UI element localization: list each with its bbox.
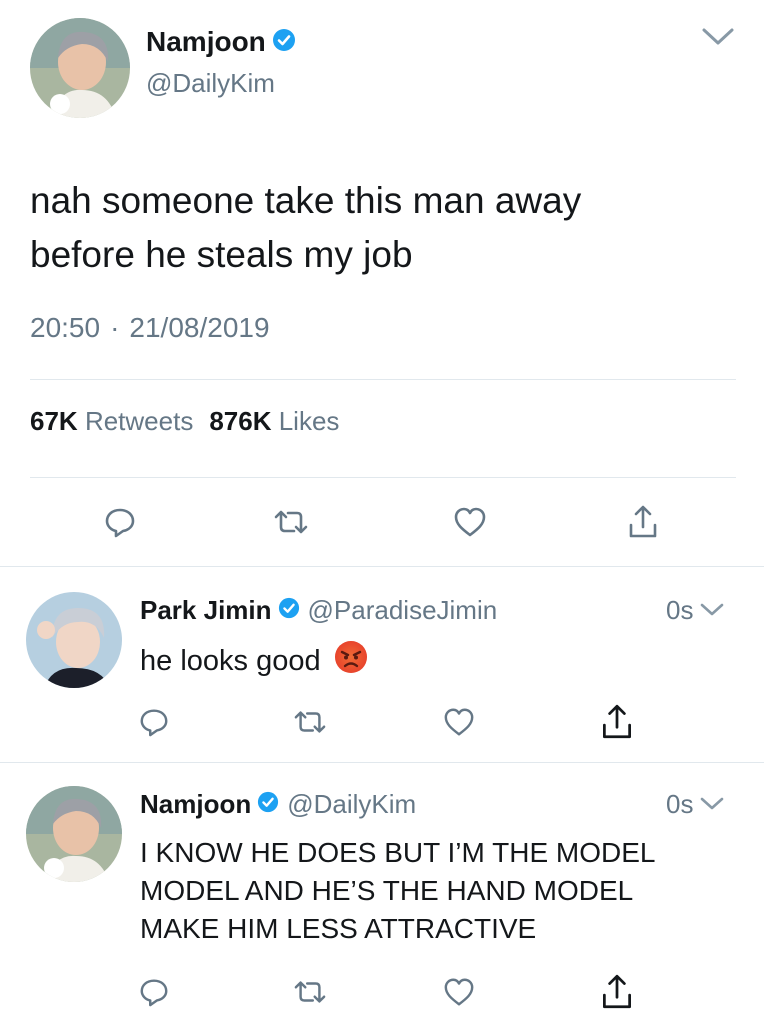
tweet-text-line: nah someone take this man away (30, 180, 582, 221)
tweet-text-line: before he steals my job (30, 234, 413, 275)
tweet-date: 21/08/2019 (129, 312, 270, 343)
reply-icon[interactable] (103, 505, 137, 539)
engagement-stats: 67K Retweets 876K Likes (30, 406, 339, 437)
reply-icon[interactable] (138, 976, 170, 1008)
chevron-down-icon[interactable] (700, 26, 736, 48)
retweet-icon[interactable] (270, 505, 312, 539)
reply-text-line: MAKE HIM LESS ATTRACTIVE (140, 913, 537, 944)
divider (0, 762, 764, 763)
retweets-label: Retweets (84, 406, 194, 436)
like-icon[interactable] (442, 706, 476, 738)
like-icon[interactable] (452, 505, 488, 539)
likes-label: Likes (278, 406, 340, 436)
angry-face-emoji (333, 639, 369, 683)
reply-text-line: I KNOW HE DOES BUT I’M THE MODEL (140, 837, 656, 868)
share-icon[interactable] (598, 702, 636, 742)
avatar[interactable] (30, 18, 130, 118)
retweet-icon[interactable] (290, 706, 330, 738)
author-handle[interactable]: @DailyKim (146, 68, 275, 99)
retweets-stat[interactable]: 67K Retweets (30, 406, 193, 437)
like-icon[interactable] (442, 976, 476, 1008)
author-handle[interactable]: @DailyKim (287, 789, 416, 820)
reply-text: I KNOW HE DOES BUT I’M THE MODEL MODEL A… (140, 834, 655, 948)
reply-text-line: MODEL AND HE’S THE HAND MODEL (140, 875, 634, 906)
verified-badge-icon (278, 595, 300, 626)
divider (0, 566, 764, 567)
reply-text-content: he looks good (140, 644, 321, 677)
timestamp-separator: · (110, 312, 120, 343)
avatar[interactable] (26, 786, 122, 882)
tweet-timestamp[interactable]: 20:50 · 21/08/2019 (30, 312, 270, 344)
author-name[interactable]: Park Jimin (140, 595, 272, 626)
avatar[interactable] (26, 592, 122, 688)
tweet-text: nah someone take this man away before he… (30, 174, 581, 282)
share-icon[interactable] (626, 503, 660, 541)
chevron-down-icon[interactable] (699, 602, 725, 618)
reply-time: 0s (666, 594, 694, 625)
reply-time: 0s (666, 788, 694, 819)
author-name[interactable]: Namjoon (140, 789, 251, 820)
likes-stat[interactable]: 876K Likes (209, 406, 339, 437)
tweet-time: 20:50 (30, 312, 101, 343)
retweet-icon[interactable] (290, 976, 330, 1008)
verified-badge-icon (257, 789, 279, 820)
divider (30, 477, 736, 478)
reply-text: he looks good (140, 639, 369, 683)
likes-count: 876K (209, 406, 272, 436)
author-handle[interactable]: @ParadiseJimin (308, 595, 498, 626)
author-name[interactable]: Namjoon (146, 26, 266, 58)
divider (30, 379, 736, 380)
reply-icon[interactable] (138, 706, 170, 738)
verified-badge-icon (272, 28, 296, 57)
retweets-count: 67K (30, 406, 78, 436)
chevron-down-icon[interactable] (699, 796, 725, 812)
share-icon[interactable] (598, 972, 636, 1012)
